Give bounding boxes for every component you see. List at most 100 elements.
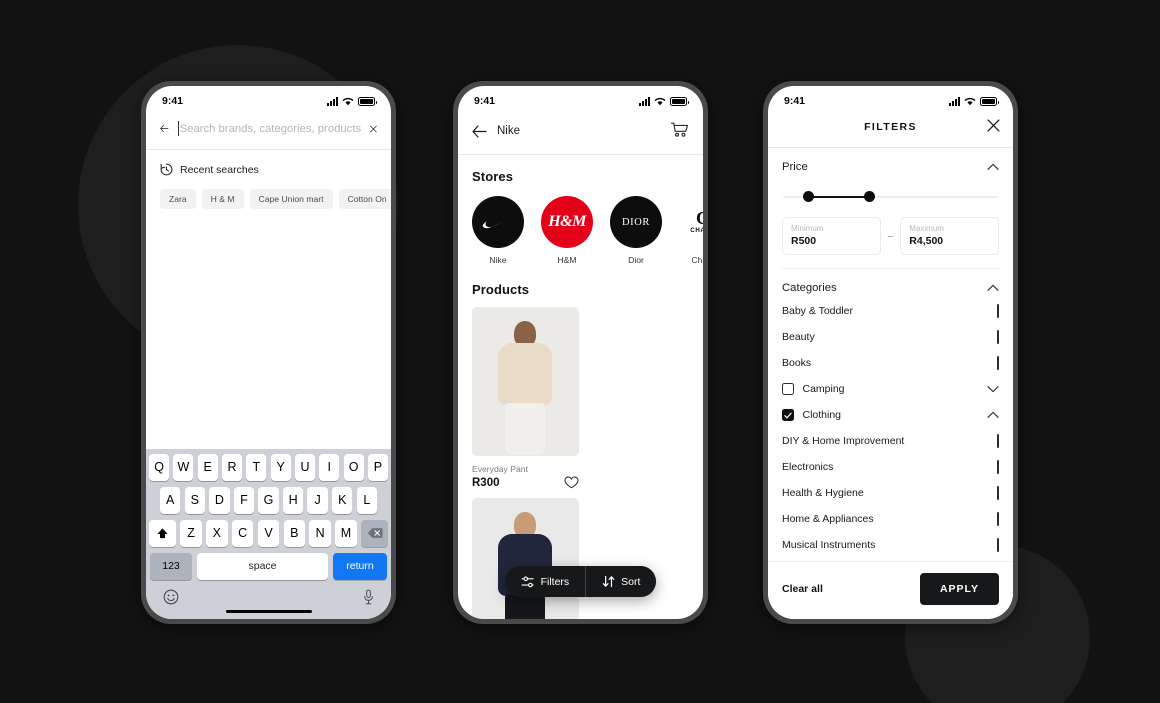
category-expand-toggle[interactable] (987, 411, 999, 419)
category-row[interactable]: Beauty (782, 324, 999, 350)
key-q[interactable]: Q (149, 453, 170, 481)
category-checkbox[interactable] (997, 330, 999, 344)
product-card[interactable]: Everyday Pant R300 (472, 307, 579, 489)
category-row[interactable]: DIY & Home Improvement (782, 428, 999, 454)
space-key[interactable]: space (197, 552, 328, 580)
key-z[interactable]: Z (180, 519, 202, 547)
backspace-key[interactable] (361, 519, 388, 547)
category-row[interactable]: Clothing (782, 402, 999, 428)
category-checkbox-wrap[interactable] (997, 512, 999, 526)
clear-all-button[interactable]: Clear all (782, 583, 823, 595)
category-checkbox[interactable] (997, 512, 999, 526)
category-checkbox-wrap[interactable] (997, 538, 999, 552)
shift-key[interactable] (149, 519, 176, 547)
recent-search-chip[interactable]: Zara (160, 189, 196, 209)
minimum-price-field[interactable]: Minimum R500 (782, 217, 881, 255)
key-v[interactable]: V (257, 519, 280, 547)
key-k[interactable]: K (332, 486, 353, 514)
key-j[interactable]: J (307, 486, 328, 514)
categories-section-header[interactable]: Categories (782, 269, 999, 294)
key-h[interactable]: H (282, 486, 304, 514)
chevron-up-icon[interactable] (987, 284, 999, 292)
store-item-chanel[interactable]: CCCHANEL Chanel (679, 196, 703, 265)
key-w[interactable]: W (173, 453, 194, 481)
shopping-cart-icon[interactable] (670, 122, 689, 140)
slider-min-handle[interactable] (803, 191, 815, 202)
key-g[interactable]: G (258, 486, 279, 514)
category-checkbox-wrap[interactable] (997, 434, 999, 448)
close-icon[interactable] (370, 123, 377, 135)
filters-button[interactable]: Filters (505, 576, 586, 588)
product-image[interactable] (472, 498, 579, 619)
category-checkbox-wrap[interactable] (997, 304, 999, 318)
category-checkbox-wrap[interactable] (997, 460, 999, 474)
category-expand-toggle[interactable] (987, 385, 999, 393)
close-icon[interactable] (987, 119, 1000, 132)
chevron-down-icon[interactable] (987, 385, 999, 393)
key-c[interactable]: C (231, 519, 254, 547)
slider-max-handle[interactable] (863, 191, 875, 202)
category-checkbox[interactable] (782, 383, 794, 395)
apply-button[interactable]: APPLY (919, 573, 999, 605)
key-p[interactable]: P (367, 453, 388, 481)
chevron-up-icon[interactable] (987, 411, 999, 419)
category-row[interactable]: Camping (782, 376, 999, 402)
key-a[interactable]: A (160, 486, 181, 514)
recent-search-chip[interactable]: Cape Union mart (249, 189, 333, 209)
price-range-slider[interactable] (783, 187, 998, 207)
arrow-left-icon[interactable] (472, 124, 487, 138)
recent-search-chip[interactable]: H & M (201, 189, 244, 209)
key-t[interactable]: T (246, 453, 267, 481)
store-item-hm[interactable]: H&M H&M (541, 196, 593, 265)
search-input[interactable]: Search brands, categories, products (177, 121, 361, 136)
category-checkbox[interactable] (997, 538, 999, 552)
key-s[interactable]: S (184, 486, 205, 514)
key-r[interactable]: R (221, 453, 243, 481)
recent-searches-header: Recent searches (146, 150, 391, 176)
emoji-smiley-icon[interactable] (163, 589, 179, 605)
stores-carousel[interactable]: Nike H&M H&M DIOR Dior CCCHANEL Chanel (458, 184, 703, 265)
category-checkbox[interactable] (997, 460, 999, 474)
key-e[interactable]: E (197, 453, 218, 481)
category-row[interactable]: Baby & Toddler (782, 298, 999, 324)
store-item-dior[interactable]: DIOR Dior (610, 196, 662, 265)
store-item-nike[interactable]: Nike (472, 196, 524, 265)
key-f[interactable]: F (233, 486, 255, 514)
category-checkbox[interactable] (782, 409, 794, 421)
category-checkbox-wrap[interactable] (997, 486, 999, 500)
product-image[interactable] (472, 307, 579, 456)
return-key[interactable]: return (333, 552, 387, 580)
category-row[interactable]: Home & Appliances (782, 506, 999, 532)
category-row[interactable]: Electronics (782, 454, 999, 480)
key-l[interactable]: L (356, 486, 378, 514)
price-section-header[interactable]: Price (782, 148, 999, 173)
key-i[interactable]: I (319, 453, 340, 481)
key-m[interactable]: M (335, 519, 357, 547)
key-x[interactable]: X (206, 519, 228, 547)
heart-outline-icon[interactable] (564, 476, 579, 489)
category-checkbox[interactable] (997, 486, 999, 500)
category-checkbox-wrap[interactable] (997, 356, 999, 370)
category-row[interactable]: Books (782, 350, 999, 376)
key-n[interactable]: N (309, 519, 331, 547)
key-d[interactable]: D (209, 486, 230, 514)
category-row[interactable]: Musical Instruments (782, 532, 999, 558)
key-u[interactable]: U (294, 453, 316, 481)
category-checkbox-wrap[interactable] (997, 330, 999, 344)
category-checkbox[interactable] (997, 434, 999, 448)
sort-button[interactable]: Sort (586, 575, 656, 588)
chevron-up-icon[interactable] (987, 163, 999, 171)
category-checkbox[interactable] (997, 304, 999, 318)
product-card[interactable]: Mayfair Long SleeveR300 (472, 498, 579, 619)
microphone-icon[interactable] (363, 589, 374, 605)
key-b[interactable]: B (283, 519, 306, 547)
arrow-left-icon[interactable] (160, 122, 169, 135)
category-checkbox[interactable] (997, 356, 999, 370)
maximum-price-field[interactable]: Maximum R4,500 (900, 217, 999, 255)
onscreen-keyboard[interactable]: QWERTYUIOP ASDFGHJKL ZXCVBNM 123 space r… (146, 448, 391, 619)
key-y[interactable]: Y (270, 453, 291, 481)
numbers-key[interactable]: 123 (150, 552, 192, 580)
recent-search-chip[interactable]: Cotton On (338, 189, 391, 209)
key-o[interactable]: O (343, 453, 364, 481)
category-row[interactable]: Health & Hygiene (782, 480, 999, 506)
